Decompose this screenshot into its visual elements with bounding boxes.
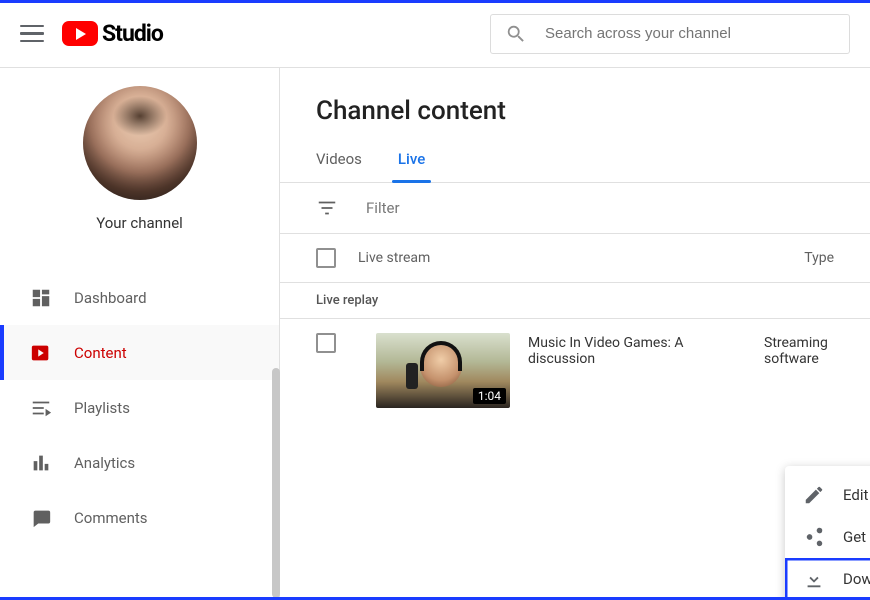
menu-item-share[interactable]: Get shareable link <box>785 516 870 558</box>
video-thumbnail[interactable]: 1:04 <box>376 333 510 408</box>
select-all-checkbox[interactable] <box>316 248 336 268</box>
hamburger-menu-button[interactable] <box>20 22 44 46</box>
menu-item-label: Download <box>843 570 870 588</box>
duration-badge: 1:04 <box>473 388 506 404</box>
menu-item-edit[interactable]: Edit title and description <box>785 474 870 516</box>
filter-input[interactable]: Filter <box>366 199 400 217</box>
share-icon <box>803 526 825 548</box>
sidebar-item-playlists[interactable]: Playlists <box>0 380 279 435</box>
page-title: Channel content <box>280 68 870 150</box>
column-header-stream: Live stream <box>358 250 430 266</box>
channel-avatar[interactable] <box>83 86 197 200</box>
menu-item-download[interactable]: Download <box>785 558 870 600</box>
search-icon <box>505 23 527 45</box>
search-bar[interactable] <box>490 14 850 54</box>
edit-icon <box>803 484 825 506</box>
main-content: Channel content Videos Live Filter Live … <box>280 68 870 600</box>
video-type: Streaming software <box>764 333 834 367</box>
sidebar-scroll-thumb[interactable] <box>272 368 280 598</box>
menu-item-label: Edit title and description <box>843 486 870 504</box>
menu-item-label: Get shareable link <box>843 528 870 546</box>
sidebar-item-label: Comments <box>74 509 148 527</box>
section-live-replay: Live replay <box>280 283 870 319</box>
header: Studio <box>0 0 870 68</box>
filter-icon[interactable] <box>316 197 338 219</box>
sidebar-item-dashboard[interactable]: Dashboard <box>0 270 279 325</box>
playlists-icon <box>30 397 52 419</box>
content-icon <box>30 342 52 364</box>
sidebar-item-label: Playlists <box>74 399 130 417</box>
analytics-icon <box>30 452 52 474</box>
youtube-play-icon <box>62 21 98 46</box>
tab-videos[interactable]: Videos <box>316 150 362 182</box>
column-header-type: Type <box>804 250 834 266</box>
sidebar: Your channel Dashboard Content Playlists… <box>0 68 280 600</box>
search-input[interactable] <box>545 25 835 42</box>
sidebar-item-comments[interactable]: Comments <box>0 490 279 545</box>
studio-logo[interactable]: Studio <box>62 20 163 47</box>
sidebar-item-label: Analytics <box>74 454 135 472</box>
sidebar-item-label: Content <box>74 344 127 362</box>
sidebar-item-analytics[interactable]: Analytics <box>0 435 279 490</box>
dashboard-icon <box>30 287 52 309</box>
row-checkbox[interactable] <box>316 333 336 353</box>
video-row[interactable]: 1:04 Music In Video Games: A discussion … <box>280 319 870 422</box>
channel-avatar-label: Your channel <box>96 214 183 232</box>
video-title: Music In Video Games: A discussion <box>528 333 746 367</box>
column-headers: Live stream Type <box>280 234 870 283</box>
logo-text: Studio <box>102 20 163 47</box>
sidebar-item-label: Dashboard <box>74 289 147 307</box>
content-tabs: Videos Live <box>280 150 870 183</box>
sidebar-item-content[interactable]: Content <box>0 325 279 380</box>
comments-icon <box>30 507 52 529</box>
tab-live[interactable]: Live <box>398 150 425 182</box>
download-icon <box>803 568 825 590</box>
context-menu: Edit title and description Get shareable… <box>785 466 870 600</box>
